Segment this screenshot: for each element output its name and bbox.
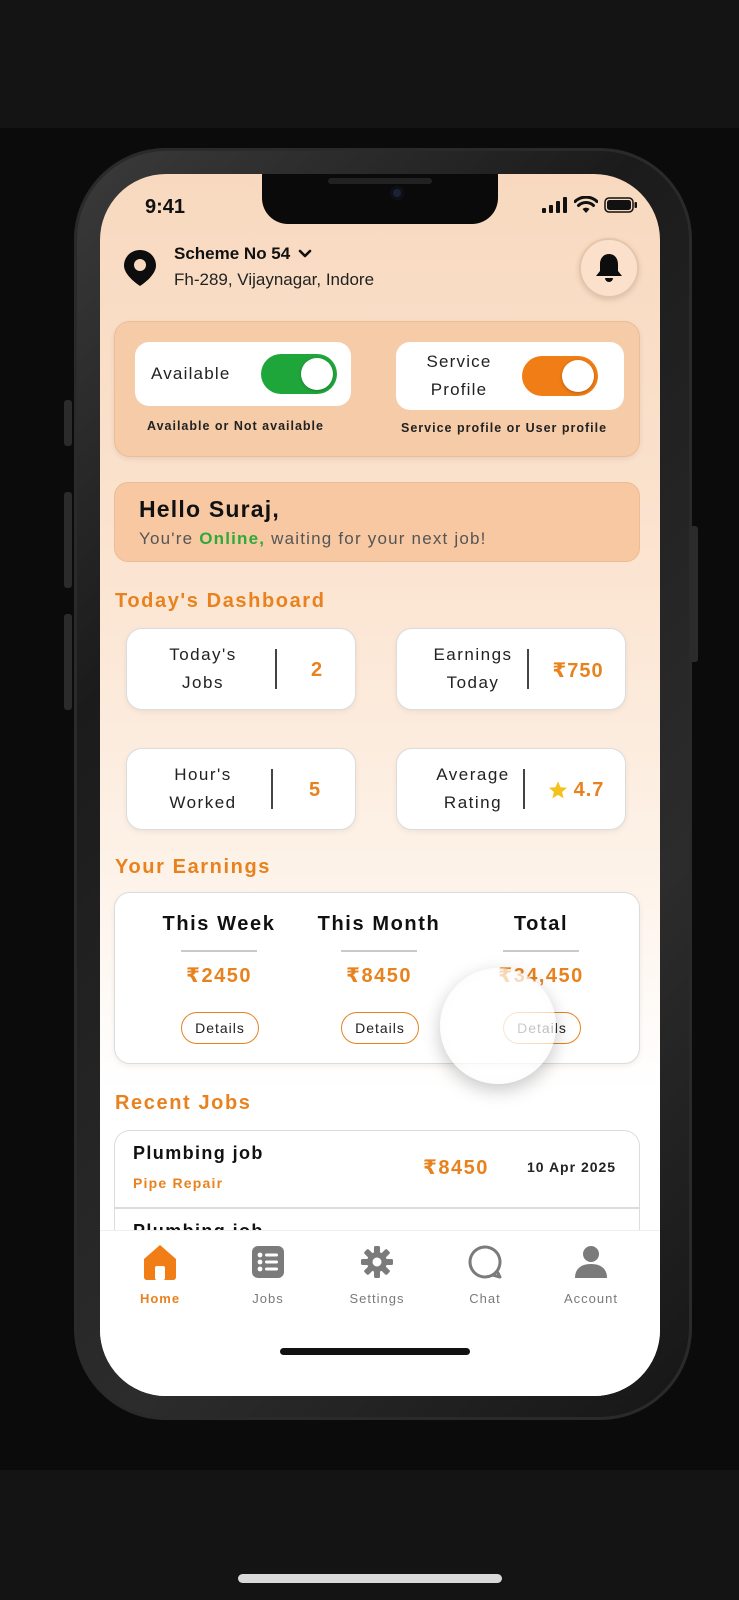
user-icon bbox=[575, 1246, 607, 1278]
location-title: Scheme No 54 bbox=[174, 244, 291, 263]
nav-label: Jobs bbox=[252, 1291, 284, 1306]
availability-caption: Available or Not available bbox=[147, 419, 324, 433]
gear-icon bbox=[361, 1246, 393, 1278]
recent-jobs-title: Recent Jobs bbox=[115, 1092, 252, 1114]
stat-card-hours-worked[interactable]: Hour's Worked 5 bbox=[126, 748, 356, 830]
service-profile-caption: Service profile or User profile bbox=[401, 421, 608, 435]
volume-up-button bbox=[64, 492, 72, 588]
nav-label: Home bbox=[139, 1291, 181, 1306]
status-icons bbox=[542, 196, 638, 214]
service-profile-switch[interactable] bbox=[522, 356, 598, 396]
status-time: 9:41 bbox=[145, 196, 186, 218]
bottom-navigation: Home Jobs Settings Chat Account bbox=[100, 1230, 660, 1396]
earnings-amount: ₹8450 bbox=[346, 965, 412, 987]
location-address: Fh-289, Vijaynagar, Indore bbox=[174, 270, 375, 289]
availability-switch-knob bbox=[301, 358, 333, 390]
nav-jobs[interactable]: Jobs bbox=[223, 1241, 313, 1306]
chevron-down-icon bbox=[298, 249, 312, 258]
stat-value: 4.7 bbox=[525, 749, 627, 831]
signal-icon bbox=[542, 197, 567, 213]
stat-card-average-rating[interactable]: Average Rating 4.7 bbox=[396, 748, 626, 830]
earnings-week: This Week ₹2450 Details bbox=[139, 893, 299, 1065]
location-pin-icon bbox=[124, 250, 156, 286]
video-progress-pill bbox=[238, 1574, 502, 1583]
availability-switch[interactable] bbox=[261, 354, 337, 394]
greeting-card: Hello Suraj, You're Online, waiting for … bbox=[114, 482, 640, 562]
stat-value: ₹750 bbox=[552, 659, 604, 682]
star-icon bbox=[548, 781, 567, 799]
job-amount: ₹8450 bbox=[423, 1157, 489, 1179]
chat-icon bbox=[468, 1245, 502, 1279]
nav-label: Chat bbox=[469, 1291, 501, 1306]
stat-value: 5 bbox=[308, 778, 322, 801]
online-status: Online, bbox=[199, 529, 266, 548]
nav-label: Account bbox=[564, 1291, 618, 1306]
earnings-amount: ₹2450 bbox=[186, 965, 252, 987]
job-date: 10 Apr 2025 bbox=[527, 1159, 617, 1175]
notifications-button[interactable] bbox=[579, 238, 639, 298]
month-details-button[interactable]: Details bbox=[341, 1012, 419, 1044]
touch-indicator bbox=[440, 968, 556, 1084]
job-item[interactable]: Plumbing job Pipe Repair ₹8450 10 Apr 20… bbox=[115, 1131, 639, 1207]
stat-label: Today's Jobs bbox=[169, 645, 237, 692]
job-title: Plumbing job bbox=[133, 1143, 264, 1163]
availability-label: Available bbox=[151, 364, 231, 383]
stat-label: Earnings Today bbox=[433, 645, 513, 692]
job-subtitle: Pipe Repair bbox=[133, 1175, 224, 1191]
week-details-button[interactable]: Details bbox=[181, 1012, 259, 1044]
earnings-divider bbox=[181, 950, 257, 952]
wifi-icon bbox=[574, 196, 598, 213]
mute-switch bbox=[64, 400, 72, 446]
nav-settings[interactable]: Settings bbox=[332, 1241, 422, 1306]
location-selector[interactable]: Scheme No 54 bbox=[174, 244, 312, 264]
earnings-divider bbox=[503, 950, 579, 952]
earpiece-speaker bbox=[328, 178, 432, 184]
service-profile-label: Service Profile bbox=[426, 352, 492, 399]
front-camera bbox=[390, 186, 404, 200]
stat-label: Average Rating bbox=[436, 765, 510, 812]
bell-icon bbox=[596, 254, 622, 282]
nav-home[interactable]: Home bbox=[115, 1241, 205, 1306]
availability-toggle-card[interactable]: Available bbox=[135, 342, 351, 406]
earnings-period-label: This Month bbox=[317, 913, 441, 935]
video-top-letterbox bbox=[0, 0, 739, 128]
nav-label: Settings bbox=[349, 1291, 405, 1306]
earnings-period-label: This Week bbox=[162, 913, 276, 935]
stat-card-earnings-today[interactable]: Earnings Today ₹750 bbox=[396, 628, 626, 710]
nav-account[interactable]: Account bbox=[546, 1241, 636, 1306]
power-button bbox=[690, 526, 698, 662]
stat-value: 2 bbox=[310, 658, 324, 681]
nav-chat[interactable]: Chat bbox=[440, 1241, 530, 1306]
dashboard-title: Today's Dashboard bbox=[115, 590, 326, 612]
phone-screen: 9:41 Scheme No 54 Fh-289, Vijaynagar, In… bbox=[100, 174, 660, 1396]
battery-icon bbox=[604, 197, 637, 213]
volume-down-button bbox=[64, 614, 72, 710]
home-indicator[interactable] bbox=[280, 1348, 470, 1355]
earnings-month: This Month ₹8450 Details bbox=[299, 893, 459, 1065]
earnings-period-label: Total bbox=[513, 913, 569, 935]
service-profile-switch-knob bbox=[562, 360, 594, 392]
greeting-title: Hello Suraj, bbox=[139, 496, 280, 522]
stat-card-todays-jobs[interactable]: Today's Jobs 2 bbox=[126, 628, 356, 710]
earnings-title: Your Earnings bbox=[115, 856, 272, 878]
earnings-card: This Week ₹2450 Details This Month ₹8450… bbox=[114, 892, 640, 1064]
stat-label: Hour's Worked bbox=[169, 765, 237, 812]
jobs-list-icon bbox=[252, 1246, 284, 1278]
home-icon bbox=[144, 1245, 176, 1280]
greeting-message: You're Online, waiting for your next job… bbox=[139, 529, 487, 548]
toggle-panel: Available Available or Not available Ser… bbox=[114, 321, 640, 457]
earnings-divider bbox=[341, 950, 417, 952]
service-profile-toggle-card[interactable]: Service Profile bbox=[396, 342, 624, 410]
